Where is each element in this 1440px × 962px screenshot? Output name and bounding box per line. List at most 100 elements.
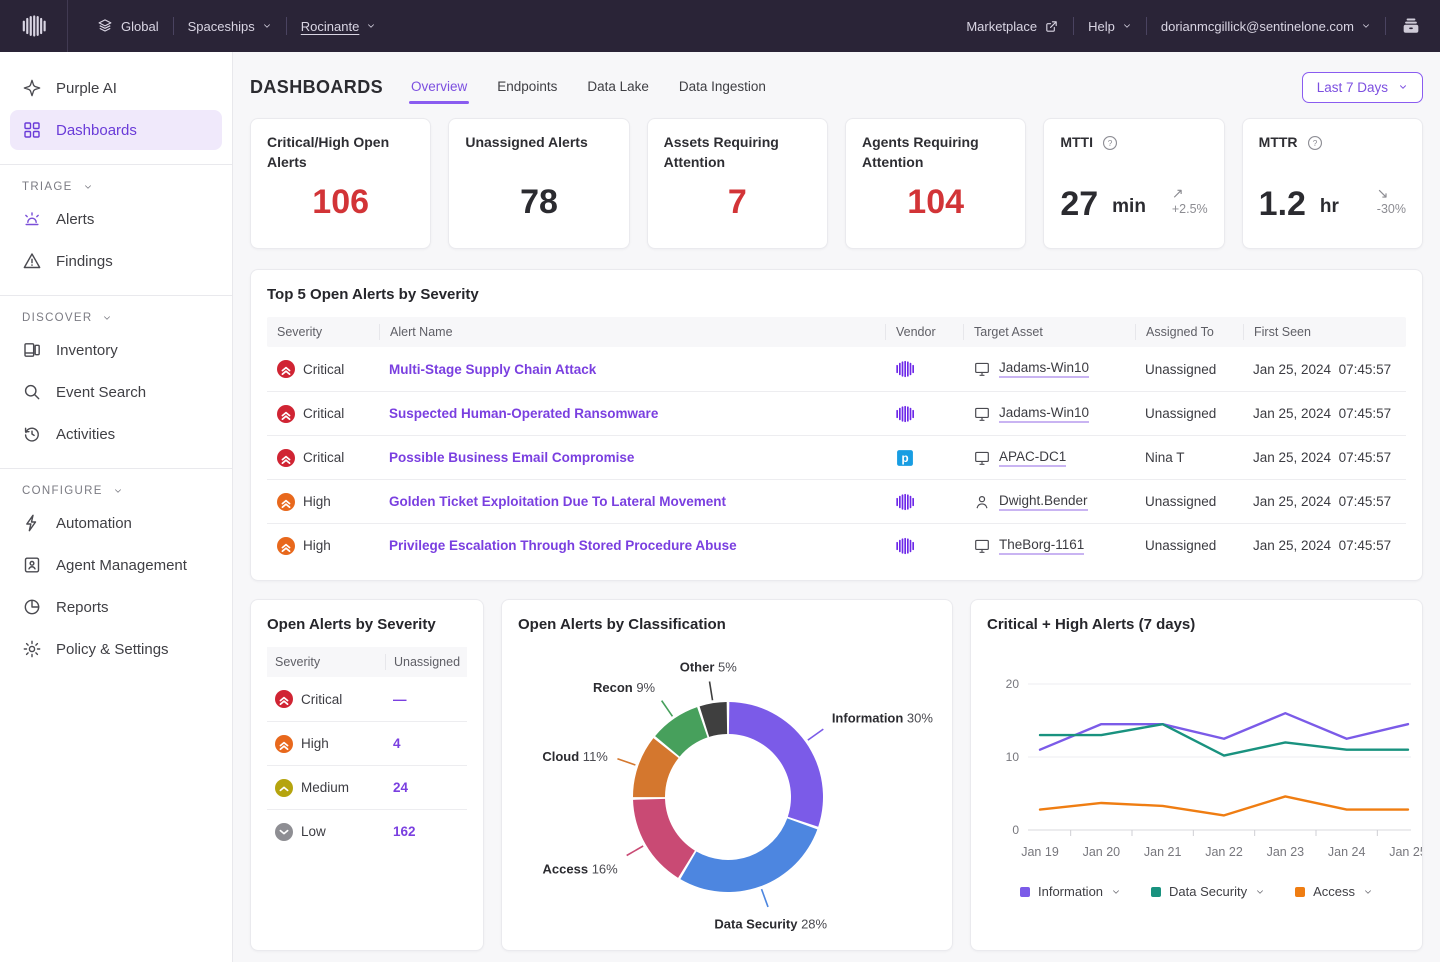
time-range-button[interactable]: Last 7 Days	[1302, 72, 1423, 103]
sidebar-navigation: Purple AI Dashboards TRIAGE Alerts Findi…	[0, 52, 233, 962]
card-title: Top 5 Open Alerts by Severity	[267, 286, 1406, 303]
sidebar-item-alerts[interactable]: Alerts	[10, 199, 222, 239]
divider	[0, 164, 232, 165]
alert-name-link[interactable]: Golden Ticket Exploitation Due To Latera…	[389, 494, 726, 509]
section-label: DISCOVER	[22, 312, 92, 324]
sidebar-item-inventory[interactable]: Inventory	[10, 330, 222, 370]
sidebar-item-event-search[interactable]: Event Search	[10, 372, 222, 412]
sidebar-item-purple-ai[interactable]: Purple AI	[10, 68, 222, 108]
sidebar-section-triage[interactable]: TRIAGE	[22, 181, 210, 193]
table-row: Critical Suspected Human-Operated Ransom…	[267, 391, 1406, 435]
sidebar-item-findings[interactable]: Findings	[10, 241, 222, 281]
severity-badge-icon	[277, 449, 295, 467]
legend-swatch	[1020, 887, 1030, 897]
trend-down-icon: ↘	[1377, 185, 1389, 203]
severity-badge-icon	[277, 493, 295, 511]
sidebar-item-policy-settings[interactable]: Policy & Settings	[10, 629, 222, 669]
metric-unit: min	[1112, 196, 1146, 220]
kpi-mtti: MTTI ? 27 min ↗ +2.5%	[1043, 118, 1224, 249]
site-selector[interactable]: Rocinante	[301, 19, 377, 34]
tab-data-lake[interactable]: Data Lake	[585, 71, 651, 104]
y-axis-tick-label: 20	[1006, 677, 1020, 691]
sentinelone-vendor-icon	[895, 536, 915, 556]
tab-overview[interactable]: Overview	[409, 71, 469, 104]
sentinelone-logo[interactable]	[0, 0, 68, 52]
sentinelone-vendor-icon	[895, 404, 915, 424]
user-account-menu[interactable]: dorianmcgillick@sentinelone.com	[1161, 19, 1371, 34]
legend-item-data-security[interactable]: Data Security	[1151, 884, 1265, 899]
sidebar-item-dashboards[interactable]: Dashboards	[10, 110, 222, 150]
chevron-down-icon	[1363, 887, 1373, 897]
chevron-down-icon	[1122, 21, 1132, 31]
x-axis-label: Jan 19	[1021, 845, 1059, 859]
svg-text:?: ?	[1312, 139, 1317, 148]
search-icon	[22, 382, 42, 402]
severity-label: Critical	[303, 362, 344, 377]
tab-data-ingestion[interactable]: Data Ingestion	[677, 71, 768, 104]
account-selector[interactable]: Spaceships	[188, 19, 272, 34]
donut-segment-information[interactable]	[729, 702, 823, 827]
alert-name-link[interactable]: Multi-Stage Supply Chain Attack	[389, 362, 596, 377]
sidebar-section-discover[interactable]: DISCOVER	[22, 312, 210, 324]
donut-leader-line	[627, 846, 643, 856]
computer-icon	[973, 360, 991, 378]
svg-text:p: p	[901, 452, 908, 465]
assigned-to: Unassigned	[1145, 406, 1216, 421]
sidebar-section-configure[interactable]: CONFIGURE	[22, 485, 210, 497]
severity-row: Critical —	[267, 677, 467, 721]
unassigned-count-link[interactable]: 4	[385, 736, 467, 751]
severity-badge-icon	[277, 405, 295, 423]
target-asset-link[interactable]: Dwight.Bender	[999, 493, 1088, 511]
donut-segment-data-security[interactable]	[680, 818, 817, 892]
sidebar-item-label: Reports	[56, 599, 109, 616]
sidebar-item-reports[interactable]: Reports	[10, 587, 222, 627]
proofpoint-vendor-icon: p	[895, 448, 915, 468]
mini-table-header: Severity Unassigned	[267, 647, 467, 677]
table-row: Critical Multi-Stage Supply Chain Attack…	[267, 347, 1406, 391]
console-stack-button[interactable]	[1400, 15, 1422, 37]
scope-global-label: Global	[121, 19, 159, 34]
target-asset-link[interactable]: Jadams-Win10	[999, 360, 1089, 378]
sidebar-item-activities[interactable]: Activities	[10, 414, 222, 454]
divider	[0, 468, 232, 469]
question-circle-icon[interactable]: ?	[1101, 134, 1119, 152]
severity-label: Critical	[303, 450, 344, 465]
agent-badge-icon	[22, 555, 42, 575]
chevron-down-icon	[1398, 82, 1408, 92]
severity-badge-icon	[277, 537, 295, 555]
site-label: Rocinante	[301, 19, 360, 34]
question-circle-icon[interactable]: ?	[1306, 134, 1324, 152]
sidebar-item-label: Findings	[56, 253, 113, 270]
target-asset-link[interactable]: TheBorg-1161	[999, 537, 1084, 555]
alert-name-link[interactable]: Suspected Human-Operated Ransomware	[389, 406, 658, 421]
alert-name-link[interactable]: Possible Business Email Compromise	[389, 450, 634, 465]
marketplace-link[interactable]: Marketplace	[966, 19, 1059, 34]
kpi-title: MTTR	[1259, 133, 1298, 153]
first-seen: Jan 25, 2024 07:45:57	[1253, 362, 1391, 377]
donut-segment-access[interactable]	[633, 799, 695, 878]
first-seen: Jan 25, 2024 07:45:57	[1253, 406, 1391, 421]
column-header-alert-name: Alert Name	[379, 324, 885, 340]
legend-item-information[interactable]: Information	[1020, 884, 1121, 899]
sentinelone-vendor-icon	[895, 492, 915, 512]
severity-badge-icon	[275, 779, 293, 797]
donut-label: Other 5%	[680, 660, 738, 675]
sidebar-item-agent-management[interactable]: Agent Management	[10, 545, 222, 585]
tab-endpoints[interactable]: Endpoints	[495, 71, 559, 104]
severity-badge-icon	[275, 735, 293, 753]
page-title: DASHBOARDS	[250, 77, 383, 98]
alert-name-link[interactable]: Privilege Escalation Through Stored Proc…	[389, 538, 737, 553]
target-asset-link[interactable]: APAC-DC1	[999, 449, 1066, 467]
target-asset-link[interactable]: Jadams-Win10	[999, 405, 1089, 423]
unassigned-count-link[interactable]: 24	[385, 780, 467, 795]
help-menu[interactable]: Help	[1088, 19, 1132, 34]
unassigned-count-link[interactable]: 162	[385, 824, 467, 839]
unassigned-count-link[interactable]: —	[385, 692, 467, 707]
external-link-icon	[1044, 19, 1059, 34]
sidebar-item-automation[interactable]: Automation	[10, 503, 222, 543]
legend-item-access[interactable]: Access	[1295, 884, 1373, 899]
chevron-down-icon	[366, 21, 376, 31]
scope-selector[interactable]: Global	[96, 17, 159, 35]
kpi-row: Critical/High Open Alerts 106 Unassigned…	[250, 118, 1423, 249]
divider	[0, 295, 232, 296]
